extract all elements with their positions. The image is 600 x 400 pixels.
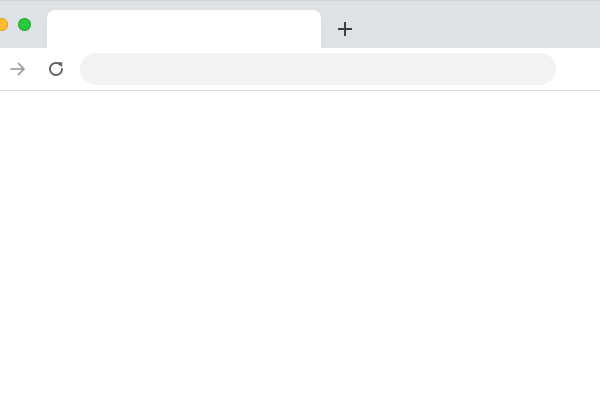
minimize-window-button[interactable] [0,18,8,31]
toolbar [0,48,600,91]
reload-button[interactable] [45,58,67,80]
page-content [0,91,600,400]
address-bar[interactable] [80,53,556,85]
plus-icon [338,22,352,36]
reload-icon [49,62,63,76]
browser-window [0,0,600,400]
tab-strip [0,0,600,50]
new-tab-button[interactable] [333,17,357,41]
arrow-right-icon [10,62,25,76]
zoom-window-button[interactable] [18,18,31,31]
forward-button[interactable] [7,58,29,80]
tab-active[interactable] [47,10,321,50]
